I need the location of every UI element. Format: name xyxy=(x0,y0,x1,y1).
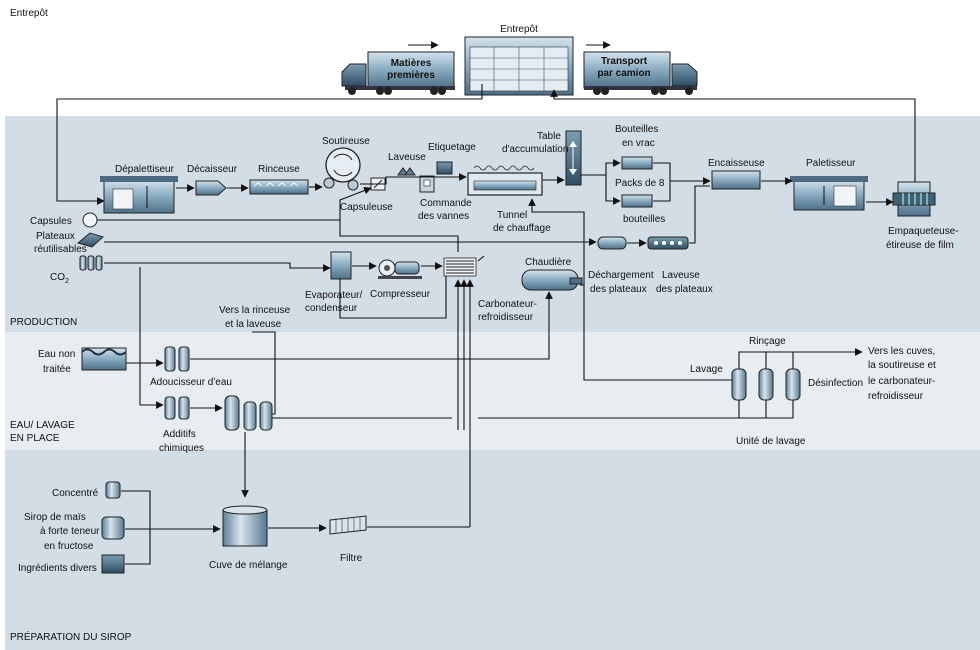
raw-materials-label-2: premières xyxy=(387,70,435,81)
decaser-label: Décaisseur xyxy=(187,164,238,175)
heat-exchanger-coil xyxy=(443,257,477,277)
raw-water-label-2: traitée xyxy=(43,364,71,375)
hfcs-tank xyxy=(101,516,125,540)
tray-unloader xyxy=(597,236,627,250)
transport-label-1: Transport xyxy=(601,56,648,67)
washer-label: Laveuse xyxy=(388,152,426,163)
valve-ctrl-label-1: Commande xyxy=(420,198,472,209)
palletizer-label: Paletisseur xyxy=(806,158,856,169)
valve-ctrl-label-2: des vannes xyxy=(418,211,469,222)
palletizer-machine xyxy=(790,176,868,211)
compressor-label: Compresseur xyxy=(370,289,431,300)
valve-control-box xyxy=(419,175,435,193)
raw-materials-label-1: Matières xyxy=(391,58,432,69)
warehouse-building-label: Entrepôt xyxy=(500,24,538,35)
softener-label: Adoucisseur d'eau xyxy=(150,377,232,388)
concentrate-tank xyxy=(105,481,121,499)
to-tanks-label-1: Vers les cuves, xyxy=(868,346,935,357)
labeling-machine xyxy=(436,161,453,175)
labeling-label: Etiquetage xyxy=(428,142,476,153)
filler-label: Soutireuse xyxy=(322,136,370,147)
packs-label-1: Packs de 8 xyxy=(615,178,665,189)
raw-water-label-1: Eau non xyxy=(38,349,75,360)
evaporator-label-2: condenseur xyxy=(305,303,358,314)
traywasher-label-2: des plateaux xyxy=(656,284,713,295)
hfcs-label-2: à forte teneur xyxy=(40,526,100,537)
process-flow-diagram: Entrepôt PRODUCTION EAU/ LAVAGE EN PLACE… xyxy=(0,0,980,650)
depalletizer-label: Dépalettiseur xyxy=(115,164,175,175)
boiler-machine xyxy=(521,269,583,291)
carbonator-label-1: Carbonateur- xyxy=(478,299,537,310)
washing-label: Lavage xyxy=(690,364,723,375)
packs-label-2: bouteilles xyxy=(623,214,665,225)
water-band xyxy=(5,332,980,450)
evaporator-condenser xyxy=(330,251,352,280)
co2-text: CO xyxy=(50,272,65,283)
caser-label: Encaisseuse xyxy=(708,158,765,169)
to-rinser-label-2: et la laveuse xyxy=(225,319,282,330)
additives-label-1: Additifs xyxy=(163,429,196,440)
caps-icon xyxy=(82,212,98,228)
misc-ingredients-box xyxy=(101,554,125,574)
zone-label-water-1: EAU/ LAVAGE xyxy=(10,420,75,431)
compressor-machine xyxy=(378,259,422,279)
accum-label-2: d'accumulation xyxy=(502,144,568,155)
rinsing-label: Rinçage xyxy=(749,336,786,347)
diagram-svg: Entrepôt PRODUCTION EAU/ LAVAGE EN PLACE… xyxy=(0,0,980,650)
cip-tanks xyxy=(731,368,801,401)
hfcs-label-1: Sirop de maïs xyxy=(24,512,86,523)
pack-box xyxy=(621,194,653,208)
bulk-label-1: Bouteilles xyxy=(615,124,658,135)
to-tanks-label-3: le carbonateur- xyxy=(868,376,935,387)
stretch-wrapper xyxy=(892,181,936,217)
traywasher-label-1: Laveuse xyxy=(662,270,700,281)
misc-label: Ingrédients divers xyxy=(18,563,97,574)
to-rinser-label-1: Vers la rinceuse xyxy=(219,305,291,316)
trays-label-2: réutilisables xyxy=(34,244,87,255)
syrup-band xyxy=(5,450,980,650)
evaporator-label-1: Evaporateur/ xyxy=(305,290,362,301)
rinser-machine xyxy=(249,179,309,195)
disinfection-label: Désinfection xyxy=(808,378,863,389)
capper-label: Capsuleuse xyxy=(340,202,393,213)
accum-label-1: Table xyxy=(537,131,561,142)
rinser-label: Rinceuse xyxy=(258,164,300,175)
mix-tank-label: Cuve de mélange xyxy=(209,560,288,571)
warehouse-building xyxy=(464,36,574,96)
zone-label-syrup: PRÉPARATION DU SIROP xyxy=(10,630,132,643)
cip-unit-label: Unité de lavage xyxy=(736,436,806,447)
mixing-tank xyxy=(222,505,268,547)
co2-cylinders xyxy=(79,255,103,271)
to-tanks-label-4: refroidisseur xyxy=(868,391,924,402)
wrapper-label-2: étireuse de film xyxy=(886,240,954,251)
unload-label-2: des plateaux xyxy=(590,284,647,295)
accumulation-table xyxy=(565,130,582,186)
raw-water-tank xyxy=(81,347,127,371)
caser-machine xyxy=(711,170,761,190)
wrapper-label-1: Empaqueteuse- xyxy=(888,226,959,237)
filter-label: Filtre xyxy=(340,553,363,564)
hfcs-label-3: en fructose xyxy=(44,541,94,552)
bulk-bottle-box xyxy=(621,156,653,170)
tray-washer xyxy=(647,236,689,250)
depalletizer-machine xyxy=(100,176,178,214)
unload-label-1: Déchargement xyxy=(588,270,654,281)
zone-label-water-2: EN PLACE xyxy=(10,433,60,444)
carbonator-label-2: refroidisseur xyxy=(478,312,534,323)
concentrate-label: Concentré xyxy=(52,488,99,499)
boiler-label: Chaudière xyxy=(525,257,572,268)
trays-label-1: Plateaux xyxy=(36,231,75,242)
tunnel-label-1: Tunnel xyxy=(497,210,527,221)
transport-label-2: par camion xyxy=(597,68,650,79)
bulk-label-2: en vrac xyxy=(622,138,655,149)
zone-label-production: PRODUCTION xyxy=(10,317,77,328)
additives-label-2: chimiques xyxy=(159,443,204,454)
to-tanks-label-2: la soutireuse et xyxy=(868,360,936,371)
caps-label: Capsules xyxy=(30,216,72,227)
zone-label-warehouse: Entrepôt xyxy=(10,8,48,19)
co2-subscript: 2 xyxy=(65,278,69,285)
tunnel-label-2: de chauffage xyxy=(493,223,551,234)
